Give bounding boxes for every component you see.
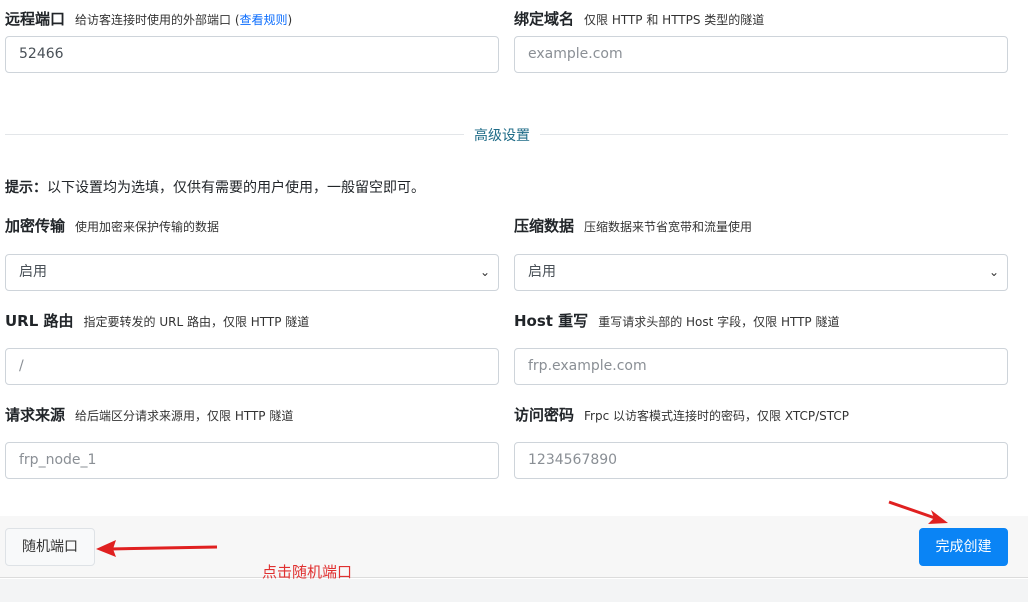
arrow-to-random-port xyxy=(96,540,218,557)
arrow-to-create xyxy=(888,500,948,524)
annotation-arrows xyxy=(96,500,948,557)
